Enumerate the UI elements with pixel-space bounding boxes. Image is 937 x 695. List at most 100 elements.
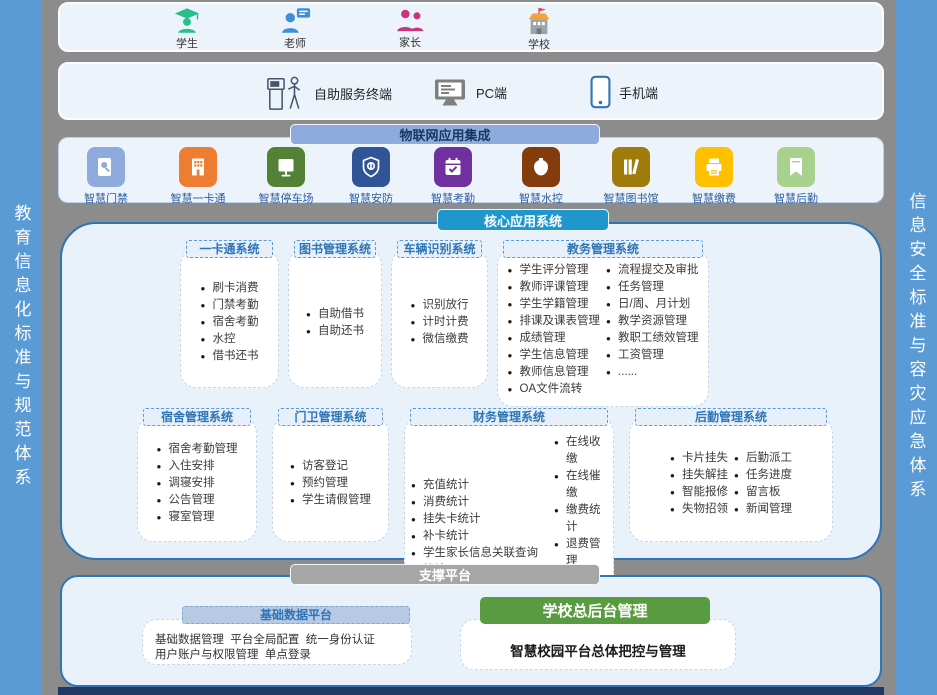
feature-item: 调寝安排 — [157, 475, 238, 492]
feature-item: 后勤派工 — [734, 450, 792, 467]
user-teacher: 老师 — [263, 7, 327, 51]
security-icon — [352, 147, 390, 187]
feature-item: 新闻管理 — [734, 501, 792, 518]
iot-app-label: 智慧水控 — [519, 190, 563, 206]
feature-item: 教师信息管理 — [508, 364, 601, 381]
feature-item: 缴费统计 — [554, 502, 607, 536]
school-admin-box: 智慧校园平台总体把控与管理 — [460, 619, 736, 670]
feature-item: 学生评分管理 — [508, 262, 601, 279]
system-title: 车辆识别系统 — [397, 240, 482, 258]
terminals-panel: 自助服务终端 PC端 手机端 — [58, 62, 884, 120]
feature-item: 日/周、月计划 — [606, 296, 699, 313]
iot-app-label: 智慧缴费 — [692, 190, 736, 206]
smart-campus-architecture-diagram: 教育信息化标准与规范体系 信息安全标准与容灾应急体系 学生 — [0, 0, 937, 695]
student-icon — [172, 7, 202, 34]
feature-item: 学生学籍管理 — [508, 296, 601, 313]
feature-item: 刷卡消费 — [201, 280, 259, 297]
parents-icon — [394, 7, 426, 33]
feature-item: 消费统计 — [411, 494, 548, 511]
system-feature-list: 自助借书自助还书 — [288, 249, 382, 388]
feature-item: 学生请假管理 — [290, 492, 371, 509]
feature-item: 教职工绩效管理 — [606, 330, 699, 347]
feature-item: 留言板 — [734, 484, 792, 501]
feature-item: 借书还书 — [201, 348, 259, 365]
user-parents: 家长 — [378, 7, 442, 50]
system-logistics: 后勤管理系统卡片挂失挂失解挂智能报修失物招领后勤派工任务进度留言板新闻管理 — [629, 408, 833, 542]
feature-item: 任务管理 — [606, 279, 699, 296]
system-title: 后勤管理系统 — [635, 408, 827, 426]
user-label: 家长 — [399, 34, 421, 50]
feature-item: 失物招领 — [670, 501, 728, 518]
terminal-label: PC端 — [476, 83, 507, 102]
feature-item: 成绩管理 — [508, 330, 601, 347]
system-academic: 教务管理系统学生评分管理教师评课管理学生学籍管理排课及课表管理成绩管理学生信息管… — [497, 240, 709, 407]
teacher-icon — [279, 7, 311, 34]
iot-app-parking: 智慧停车场 — [250, 147, 322, 206]
feature-item: 补卡统计 — [411, 528, 548, 545]
iot-app-label: 智慧图书馆 — [604, 190, 659, 206]
system-title: 一卡通系统 — [186, 240, 273, 258]
feature-item: 卡片挂失 — [670, 450, 728, 467]
feature-item: OA文件流转 — [508, 381, 601, 398]
system-title: 财务管理系统 — [410, 408, 608, 426]
right-pillar: 信息安全标准与容灾应急体系 — [895, 0, 937, 695]
system-title: 门卫管理系统 — [278, 408, 383, 426]
feature-item: 入住安排 — [157, 458, 238, 475]
library-icon — [612, 147, 650, 187]
feature-item: 学生信息管理 — [508, 347, 601, 364]
kiosk-icon — [264, 74, 306, 112]
feature-item: 寝室管理 — [157, 509, 238, 526]
iot-banner: 物联网应用集成 — [290, 124, 600, 145]
system-title: 教务管理系统 — [503, 240, 703, 258]
terminal-mobile: 手机端 — [590, 75, 658, 109]
feature-item: 流程提交及审批 — [606, 262, 699, 279]
school-icon — [523, 7, 555, 35]
feature-item: 宿舍考勤 — [201, 314, 259, 331]
feature-item: 微信缴费 — [411, 331, 469, 348]
bottom-accent-bar — [58, 687, 884, 695]
system-feature-list: 访客登记预约管理学生请假管理 — [272, 417, 389, 542]
iot-app-payment: 智慧缴费 — [678, 147, 750, 206]
system-feature-list: 刷卡消费门禁考勤宿舍考勤水控借书还书 — [180, 249, 279, 388]
terminal-pc: PC端 — [432, 77, 507, 108]
school-admin-banner: 学校总后台管理 — [480, 597, 710, 624]
feature-item: 自助还书 — [306, 323, 364, 340]
terminal-label: 自助服务终端 — [314, 84, 392, 103]
feature-item: 访客登记 — [290, 458, 371, 475]
system-feature-list: 学生评分管理教师评课管理学生学籍管理排课及课表管理成绩管理学生信息管理教师信息管… — [497, 249, 709, 407]
system-feature-list: 识别放行计时计费微信缴费 — [391, 249, 488, 388]
system-title: 宿舍管理系统 — [143, 408, 251, 426]
terminal-label: 手机端 — [619, 83, 658, 102]
system-gate: 门卫管理系统访客登记预约管理学生请假管理 — [272, 408, 389, 542]
user-label: 老师 — [284, 35, 306, 51]
iot-app-water: 智慧水控 — [505, 147, 577, 206]
feature-item: 充值统计 — [411, 477, 548, 494]
phone-icon — [590, 75, 611, 109]
feature-item: 挂失卡统计 — [411, 511, 548, 528]
user-school: 学校 — [507, 7, 571, 52]
feature-item: 水控 — [201, 331, 259, 348]
left-pillar: 教育信息化标准与规范体系 — [0, 0, 42, 695]
iot-app-library: 智慧图书馆 — [595, 147, 667, 206]
feature-item: 排课及课表管理 — [508, 313, 601, 330]
parking-icon — [267, 147, 305, 187]
core-banner: 核心应用系统 — [437, 209, 609, 231]
base-data-platform-title: 基础数据平台 — [182, 606, 410, 624]
payment-icon — [695, 147, 733, 187]
feature-item: 识别放行 — [411, 297, 469, 314]
user-label: 学校 — [528, 36, 550, 52]
feature-item: 公告管理 — [157, 492, 238, 509]
onecard-icon — [179, 147, 217, 187]
access-icon — [87, 147, 125, 187]
iot-app-access: 智慧门禁 — [70, 147, 142, 206]
iot-panel: 智慧门禁 智慧一卡通 — [58, 137, 884, 203]
feature-item: 在线催缴 — [554, 468, 607, 502]
feature-item: 挂失解挂 — [670, 467, 728, 484]
attendance-icon — [434, 147, 472, 187]
user-label: 学生 — [176, 35, 198, 51]
pc-icon — [432, 77, 468, 108]
system-feature-list: 卡片挂失挂失解挂智能报修失物招领后勤派工任务进度留言板新闻管理 — [629, 417, 833, 542]
system-library: 图书管理系统自助借书自助还书 — [288, 240, 382, 388]
feature-item: 教师评课管理 — [508, 279, 601, 296]
iot-app-security: 智慧安防 — [335, 147, 407, 206]
